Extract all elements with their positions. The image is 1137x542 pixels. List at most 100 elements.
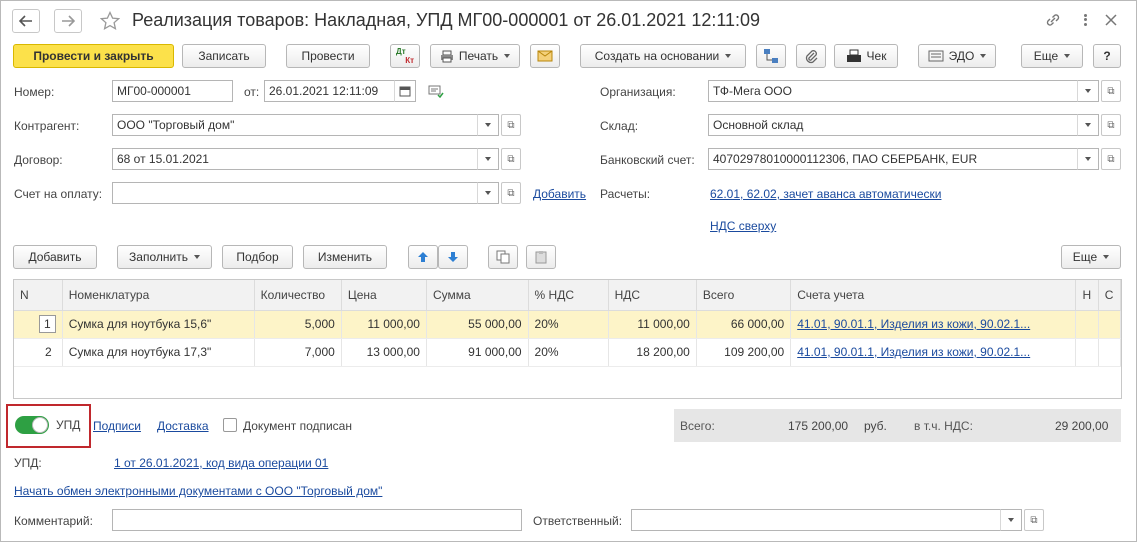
cell-vat-rate[interactable]: 20%	[528, 338, 609, 367]
paste-rows-button[interactable]	[526, 245, 556, 269]
print-button[interactable]: Печать	[430, 44, 520, 68]
invoice-field[interactable]	[112, 182, 478, 204]
start-edo-link[interactable]: Начать обмен электронными документами с …	[14, 484, 382, 498]
copy-rows-button[interactable]	[488, 245, 518, 269]
cell-price[interactable]: 13 000,00	[341, 338, 427, 367]
bank-account-open-button[interactable]: ⧉	[1101, 148, 1121, 170]
table-row[interactable]: 2 Сумка для ноутбука 17,3" 7,000 13 000,…	[14, 338, 1122, 367]
vat-on-top-link[interactable]: НДС сверху	[710, 219, 776, 233]
email-button[interactable]	[530, 44, 560, 68]
cell-sum[interactable]: 55 000,00	[426, 310, 529, 339]
close-icon[interactable]	[1102, 11, 1120, 29]
comment-field[interactable]	[112, 509, 522, 531]
contractor-open-button[interactable]: ⧉	[501, 114, 521, 136]
responsible-dropdown[interactable]	[1000, 509, 1022, 531]
cell-c[interactable]	[1098, 310, 1122, 339]
move-down-button[interactable]	[438, 245, 468, 269]
cell-qty[interactable]: 5,000	[254, 310, 342, 339]
cell-c[interactable]	[1098, 338, 1122, 367]
cell-vat-rate[interactable]: 20%	[528, 310, 609, 339]
cell-n[interactable]: 1	[14, 310, 63, 339]
col-header-total[interactable]: Всего	[696, 280, 792, 311]
date-field[interactable]: 26.01.2021 12:11:09	[264, 80, 395, 102]
responsible-field[interactable]	[631, 509, 1001, 531]
back-button[interactable]	[12, 9, 40, 33]
cell-accounts[interactable]: 41.01, 90.01.1, Изделия из кожи, 90.02.1…	[790, 338, 1077, 367]
col-header-price[interactable]: Цена	[341, 280, 427, 311]
contractor-dropdown[interactable]	[477, 114, 499, 136]
document-note-icon[interactable]	[428, 84, 444, 100]
change-button[interactable]: Изменить	[303, 245, 387, 269]
organization-open-button[interactable]: ⧉	[1101, 80, 1121, 102]
table-more-button[interactable]: Еще	[1061, 245, 1121, 269]
attach-button[interactable]	[796, 44, 826, 68]
calendar-button[interactable]	[394, 80, 416, 102]
add-invoice-link[interactable]: Добавить	[533, 187, 586, 201]
contractor-field[interactable]: ООО "Торговый дом"	[112, 114, 478, 136]
signed-checkbox[interactable]	[223, 418, 237, 432]
invoice-dropdown[interactable]	[477, 182, 499, 204]
favorite-star-button[interactable]	[98, 9, 122, 33]
cell-sum[interactable]: 91 000,00	[426, 338, 529, 367]
contract-dropdown[interactable]	[477, 148, 499, 170]
cell-accounts[interactable]: 41.01, 90.01.1, Изделия из кожи, 90.02.1…	[790, 310, 1077, 339]
invoice-open-button[interactable]: ⧉	[501, 182, 521, 204]
col-header-sum[interactable]: Сумма	[426, 280, 529, 311]
col-header-vat[interactable]: НДС	[608, 280, 697, 311]
table-row[interactable]: 1 Сумка для ноутбука 15,6" 5,000 11 000,…	[14, 310, 1122, 339]
bank-account-dropdown[interactable]	[1077, 148, 1099, 170]
cell-qty[interactable]: 7,000	[254, 338, 342, 367]
create-based-on-button[interactable]: Создать на основании	[580, 44, 746, 68]
col-header-vat-rate[interactable]: % НДС	[528, 280, 609, 311]
cell-h[interactable]	[1075, 338, 1099, 367]
number-field[interactable]: МГ00-000001	[112, 80, 233, 102]
upd-link[interactable]: 1 от 26.01.2021, код вида операции 01	[114, 456, 328, 470]
signatures-link[interactable]: Подписи	[93, 419, 141, 433]
accounts-link[interactable]: 41.01, 90.01.1, Изделия из кожи, 90.02.1…	[797, 317, 1030, 331]
warehouse-field[interactable]: Основной склад	[708, 114, 1078, 136]
edo-button[interactable]: ЭДО	[918, 44, 996, 68]
structure-button[interactable]	[756, 44, 786, 68]
post-button[interactable]: Провести	[286, 44, 370, 68]
cell-h[interactable]	[1075, 310, 1099, 339]
post-and-close-button[interactable]: Провести и закрыть	[13, 44, 174, 68]
help-button[interactable]: ?	[1093, 44, 1121, 68]
add-row-button[interactable]: Добавить	[13, 245, 97, 269]
forward-button[interactable]	[54, 9, 82, 33]
warehouse-open-button[interactable]: ⧉	[1101, 114, 1121, 136]
more-vertical-icon[interactable]	[1076, 11, 1094, 29]
responsible-open-button[interactable]: ⧉	[1024, 509, 1044, 531]
settlements-link[interactable]: 62.01, 62.02, зачет аванса автоматически	[710, 187, 941, 201]
dtkt-button[interactable]: Дт Кт	[390, 44, 420, 68]
col-header-item[interactable]: Номенклатура	[62, 280, 255, 311]
more-button[interactable]: Еще	[1021, 44, 1083, 68]
organization-dropdown[interactable]	[1077, 80, 1099, 102]
warehouse-dropdown[interactable]	[1077, 114, 1099, 136]
cell-price[interactable]: 11 000,00	[341, 310, 427, 339]
link-icon[interactable]	[1044, 11, 1062, 29]
cell-vat[interactable]: 11 000,00	[608, 310, 697, 339]
col-header-c[interactable]: С	[1098, 280, 1122, 311]
save-button[interactable]: Записать	[182, 44, 266, 68]
organization-field[interactable]: ТФ-Мега ООО	[708, 80, 1078, 102]
col-header-n[interactable]: N	[14, 280, 63, 311]
cell-n[interactable]: 2	[14, 338, 63, 367]
upd-toggle[interactable]	[15, 416, 49, 434]
fill-button[interactable]: Заполнить	[117, 245, 212, 269]
cell-vat[interactable]: 18 200,00	[608, 338, 697, 367]
cell-item[interactable]: Сумка для ноутбука 15,6"	[62, 310, 255, 339]
col-header-qty[interactable]: Количество	[254, 280, 342, 311]
move-up-button[interactable]	[408, 245, 438, 269]
receipt-button[interactable]: Чек	[834, 44, 898, 68]
cell-total[interactable]: 109 200,00	[696, 338, 792, 367]
accounts-link[interactable]: 41.01, 90.01.1, Изделия из кожи, 90.02.1…	[797, 345, 1030, 359]
delivery-link[interactable]: Доставка	[157, 419, 209, 433]
col-header-h[interactable]: Н	[1075, 280, 1099, 311]
bank-account-field[interactable]: 40702978010000112306, ПАО СБЕРБАНК, EUR	[708, 148, 1078, 170]
cell-item[interactable]: Сумка для ноутбука 17,3"	[62, 338, 255, 367]
contract-open-button[interactable]: ⧉	[501, 148, 521, 170]
contract-field[interactable]: 68 от 15.01.2021	[112, 148, 478, 170]
selection-button[interactable]: Подбор	[222, 245, 293, 269]
cell-total[interactable]: 66 000,00	[696, 310, 792, 339]
col-header-accounts[interactable]: Счета учета	[790, 280, 1077, 311]
